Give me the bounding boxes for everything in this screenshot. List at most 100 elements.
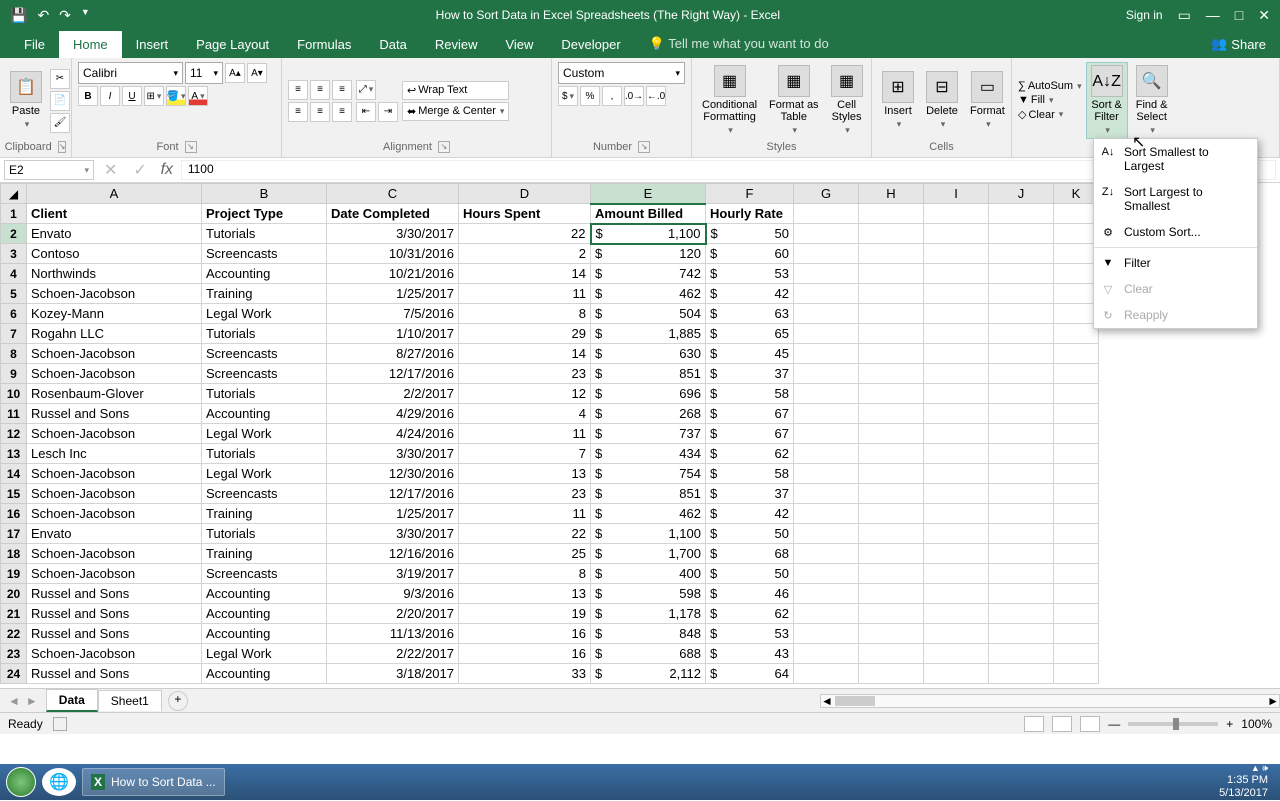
cell[interactable] [989, 524, 1054, 544]
row-header-14[interactable]: 14 [1, 464, 27, 484]
row-header-1[interactable]: 1 [1, 204, 27, 224]
tab-developer[interactable]: Developer [547, 31, 634, 58]
cell[interactable] [859, 424, 924, 444]
increase-decimal-icon[interactable]: .0→ [624, 86, 644, 106]
cell[interactable]: $63 [706, 304, 794, 324]
cell[interactable] [859, 484, 924, 504]
cell[interactable]: 1/10/2017 [327, 324, 459, 344]
cell[interactable] [1054, 644, 1099, 664]
row-header-15[interactable]: 15 [1, 484, 27, 504]
cell[interactable] [924, 604, 989, 624]
cell[interactable]: $1,178 [591, 604, 706, 624]
col-header-F[interactable]: F [706, 184, 794, 204]
cell[interactable]: $58 [706, 384, 794, 404]
cell[interactable] [989, 444, 1054, 464]
cell[interactable] [1054, 624, 1099, 644]
name-box[interactable]: E2▾ [4, 160, 94, 180]
cell[interactable] [794, 564, 859, 584]
cell[interactable]: $848 [591, 624, 706, 644]
fx-icon[interactable]: fx [157, 161, 177, 179]
cell[interactable] [924, 324, 989, 344]
format-cells-button[interactable]: ▭Format [966, 69, 1009, 131]
tab-review[interactable]: Review [421, 31, 492, 58]
align-center-icon[interactable]: ≡ [310, 102, 330, 122]
cell[interactable]: 10/31/2016 [327, 244, 459, 264]
cell[interactable]: Accounting [202, 604, 327, 624]
header-cell[interactable]: Amount Billed [591, 204, 706, 224]
cell[interactable] [859, 584, 924, 604]
cell[interactable] [924, 304, 989, 324]
increase-font-icon[interactable]: A▴ [225, 63, 245, 83]
cancel-formula-icon[interactable]: ✕ [98, 160, 123, 180]
cell[interactable]: Accounting [202, 584, 327, 604]
cell[interactable]: $851 [591, 484, 706, 504]
cell[interactable]: Training [202, 544, 327, 564]
chrome-icon[interactable]: 🌐 [42, 768, 76, 796]
cell[interactable] [859, 344, 924, 364]
cell[interactable] [859, 544, 924, 564]
cell[interactable]: 12/17/2016 [327, 364, 459, 384]
save-icon[interactable]: 💾 [10, 7, 27, 24]
cell[interactable]: 29 [459, 324, 591, 344]
cell[interactable]: $851 [591, 364, 706, 384]
tab-page-layout[interactable]: Page Layout [182, 31, 283, 58]
paste-button[interactable]: 📋 Paste [6, 69, 46, 131]
cell[interactable] [1054, 464, 1099, 484]
view-page-layout-icon[interactable] [1052, 716, 1072, 732]
redo-icon[interactable]: ↷ [59, 7, 71, 24]
cell[interactable]: $43 [706, 644, 794, 664]
tab-data[interactable]: Data [365, 31, 420, 58]
taskbar-excel-app[interactable]: XHow to Sort Data ... [82, 768, 225, 796]
row-header-22[interactable]: 22 [1, 624, 27, 644]
copy-icon[interactable]: 📄 [50, 91, 70, 111]
clear-button[interactable]: ◇ Clear [1018, 108, 1082, 121]
cell[interactable]: 12/30/2016 [327, 464, 459, 484]
cell[interactable] [1054, 484, 1099, 504]
cell[interactable] [859, 504, 924, 524]
comma-format-icon[interactable]: , [602, 86, 622, 106]
view-normal-icon[interactable] [1024, 716, 1044, 732]
cell[interactable] [924, 544, 989, 564]
cell[interactable]: 4/29/2016 [327, 404, 459, 424]
cell[interactable] [989, 244, 1054, 264]
cell[interactable]: $68 [706, 544, 794, 564]
cell[interactable] [794, 544, 859, 564]
header-cell[interactable]: Date Completed [327, 204, 459, 224]
cell[interactable] [794, 504, 859, 524]
align-right-icon[interactable]: ≡ [332, 102, 352, 122]
cell[interactable]: Screencasts [202, 484, 327, 504]
cell[interactable] [1054, 264, 1099, 284]
row-header-17[interactable]: 17 [1, 524, 27, 544]
cell[interactable] [924, 404, 989, 424]
cell[interactable]: $1,100 [591, 524, 706, 544]
row-header-13[interactable]: 13 [1, 444, 27, 464]
cell[interactable] [794, 584, 859, 604]
cell[interactable]: 2/22/2017 [327, 644, 459, 664]
col-header-D[interactable]: D [459, 184, 591, 204]
row-header-11[interactable]: 11 [1, 404, 27, 424]
cell[interactable]: Tutorials [202, 324, 327, 344]
cell[interactable]: Russel and Sons [27, 404, 202, 424]
cell[interactable] [989, 264, 1054, 284]
cell[interactable]: Kozey-Mann [27, 304, 202, 324]
alignment-launcher[interactable]: ↘ [438, 141, 450, 153]
cell[interactable] [859, 304, 924, 324]
row-header-7[interactable]: 7 [1, 324, 27, 344]
cut-icon[interactable]: ✂ [50, 69, 70, 89]
cell[interactable]: 12 [459, 384, 591, 404]
ribbon-display-icon[interactable]: ▭ [1178, 7, 1191, 24]
number-launcher[interactable]: ↘ [638, 141, 650, 153]
cell[interactable] [924, 644, 989, 664]
align-middle-icon[interactable]: ≡ [310, 80, 330, 100]
cell[interactable]: $1,700 [591, 544, 706, 564]
cell[interactable] [989, 464, 1054, 484]
cell[interactable]: $50 [706, 524, 794, 544]
cell[interactable]: Russel and Sons [27, 584, 202, 604]
zoom-slider[interactable] [1128, 722, 1218, 726]
cell[interactable]: $434 [591, 444, 706, 464]
cell[interactable] [989, 564, 1054, 584]
cell[interactable]: 16 [459, 644, 591, 664]
row-header-9[interactable]: 9 [1, 364, 27, 384]
cell[interactable] [989, 584, 1054, 604]
cell[interactable] [794, 464, 859, 484]
